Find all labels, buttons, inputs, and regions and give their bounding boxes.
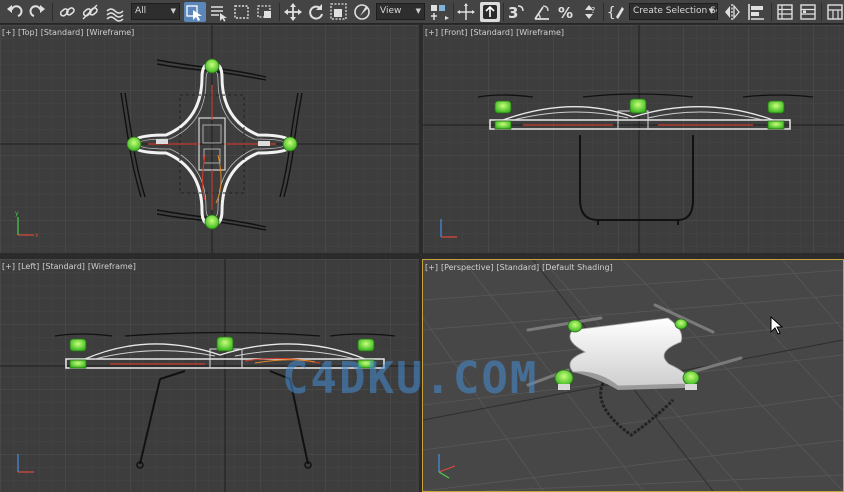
svg-text:x: x [35,232,39,239]
mirror-icon[interactable] [722,2,744,22]
toolbar-separator [821,3,822,21]
viewport-left-name[interactable]: [Left] [18,262,39,271]
viewport-left-mode[interactable]: [Wireframe] [88,262,136,271]
percent-snap-icon[interactable]: % [556,2,576,22]
main-toolbar: All ▼ View ▼ 3 % ? {Create Selection Se… [0,0,844,24]
toolbar-separator [453,3,454,21]
select-manipulate-icon[interactable] [456,2,476,22]
viewport-perspective-label[interactable]: [+] [Perspective] [Standard] [Default Shadi… [425,263,616,272]
rotate-icon[interactable] [306,2,326,22]
viewport-perspective-plus[interactable]: [+] [425,263,438,272]
viewport-front-mode[interactable]: [Wireframe] [516,28,564,37]
viewport-front-name[interactable]: [Front] [441,28,467,37]
front-viewport-scene [423,25,844,253]
viewport-top[interactable]: x y [+] [Top] [Standard] [Wireframe] [0,25,419,253]
viewport-front-label[interactable]: [+] [Front] [Standard] [Wireframe] [425,28,567,37]
viewport-perspective-mode[interactable]: [Default Shading] [542,263,613,272]
window-crossing-icon[interactable] [255,2,275,22]
select-by-name-icon[interactable] [208,2,230,22]
snaps-toggle-label: 3 [508,4,518,22]
mouse-cursor-icon [770,316,784,335]
named-selection-sets-dropdown[interactable]: Create Selection Se ▼ [629,3,718,20]
toolbar-separator [771,3,772,21]
scale-icon[interactable] [329,2,349,22]
move-icon[interactable] [283,2,303,22]
unlink-icon[interactable] [80,2,100,22]
link-icon[interactable] [57,2,77,22]
select-and-place-icon[interactable] [352,2,374,22]
spinner-snap-icon[interactable]: ? [579,2,599,22]
viewport-perspective-shading[interactable]: [Standard] [497,263,540,272]
viewport-front-plus[interactable]: [+] [425,28,438,37]
redo-icon[interactable] [28,2,48,22]
viewport-top-shading[interactable]: [Standard] [41,28,84,37]
svg-text:?: ? [591,6,595,15]
rectangle-region-icon[interactable] [232,2,252,22]
viewport-top-mode[interactable]: [Wireframe] [86,28,134,37]
keyboard-shortcut-override-icon[interactable] [480,2,500,22]
viewport-top-plus[interactable]: [+] [2,28,15,37]
toolbar-separator [279,3,280,21]
viewport-left-label[interactable]: [+] [Left] [Standard] [Wireframe] [2,262,139,271]
selection-filter-value: All [135,6,147,16]
snaps-toggle-icon[interactable]: 3 [506,2,528,22]
select-object-icon[interactable] [184,2,206,22]
angle-snap-icon[interactable] [531,2,553,22]
reference-coordinate-dropdown[interactable]: View ▼ [376,3,425,20]
pivot-center-icon[interactable] [428,2,450,22]
svg-text:y: y [15,210,19,217]
viewport-front[interactable]: [+] [Front] [Standard] [Wireframe] [423,25,844,253]
align-icon[interactable] [746,2,768,22]
selection-filter-dropdown[interactable]: All ▼ [131,3,180,20]
named-selection-sets-value: Create Selection Se [633,6,718,16]
viewport-left-plus[interactable]: [+] [2,262,15,271]
toggle-ribbon-icon[interactable] [826,2,844,22]
viewport-perspective-name[interactable]: [Perspective] [441,263,494,272]
chevron-down-icon: ▼ [170,7,176,15]
svg-text:{: { [607,5,615,21]
viewport-front-shading[interactable]: [Standard] [470,28,513,37]
toolbar-separator [52,3,53,21]
edit-named-selection-icon[interactable]: { [606,2,628,22]
chevron-down-icon: ▼ [415,7,421,15]
toolbar-separator [503,3,504,21]
viewport-top-label[interactable]: [+] [Top] [Standard] [Wireframe] [2,28,137,37]
reference-coordinate-value: View [380,6,402,16]
undo-icon[interactable] [4,2,24,22]
viewport-left-shading[interactable]: [Standard] [42,262,85,271]
toggle-scene-explorer-icon[interactable] [775,2,795,22]
percent-snap-label: % [558,4,573,22]
bind-space-warp-icon[interactable] [104,2,126,22]
toolbar-separator [603,3,604,21]
top-viewport-scene: x y [0,25,419,253]
viewport-top-name[interactable]: [Top] [18,28,38,37]
watermark-text: C4DKU.COM [282,353,539,404]
chevron-down-icon: ▼ [708,7,714,15]
toggle-layer-explorer-icon[interactable] [798,2,818,22]
